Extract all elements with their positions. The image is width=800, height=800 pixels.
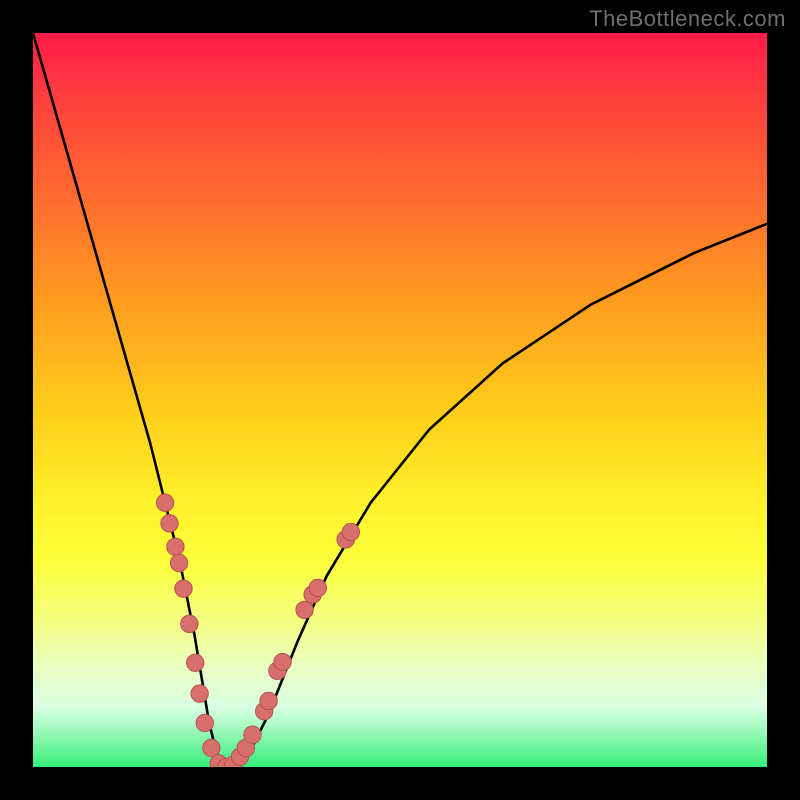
data-marker bbox=[203, 739, 220, 756]
data-marker bbox=[244, 726, 261, 743]
data-marker bbox=[170, 554, 187, 571]
curve-layer bbox=[33, 33, 767, 767]
data-marker bbox=[175, 580, 192, 597]
plot-area bbox=[33, 33, 767, 767]
data-marker bbox=[274, 653, 291, 670]
chart-svg bbox=[33, 33, 767, 767]
bottleneck-curve bbox=[33, 33, 767, 767]
data-marker bbox=[196, 714, 213, 731]
data-marker bbox=[181, 615, 198, 632]
marker-layer bbox=[156, 494, 359, 767]
data-marker bbox=[342, 523, 359, 540]
data-marker bbox=[260, 692, 277, 709]
data-marker bbox=[156, 494, 173, 511]
watermark-text: TheBottleneck.com bbox=[589, 6, 786, 32]
data-marker bbox=[161, 515, 178, 532]
data-marker bbox=[309, 579, 326, 596]
data-marker bbox=[187, 654, 204, 671]
chart-frame: TheBottleneck.com bbox=[0, 0, 800, 800]
data-marker bbox=[191, 685, 208, 702]
data-marker bbox=[167, 538, 184, 555]
data-marker bbox=[296, 601, 313, 618]
